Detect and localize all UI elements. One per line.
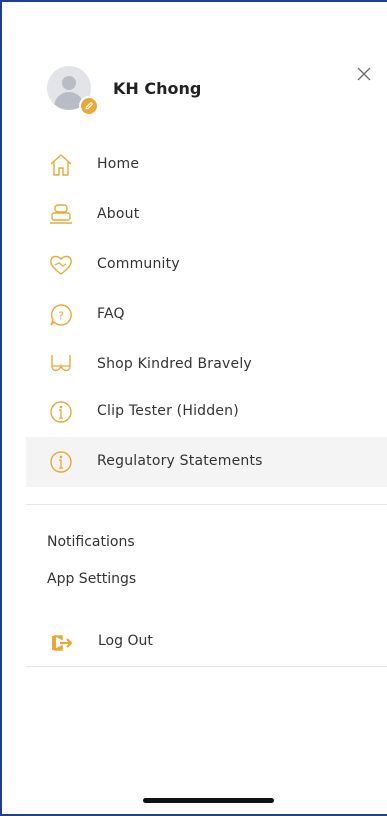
menu-item-regulatory[interactable]: Regulatory Statements bbox=[26, 437, 387, 487]
logout-label[interactable]: Log Out bbox=[98, 633, 153, 649]
profile-header[interactable]: KH Chong bbox=[47, 66, 347, 116]
menu-item-about[interactable]: About bbox=[26, 190, 387, 240]
svg-text:?: ? bbox=[58, 310, 64, 323]
close-icon[interactable] bbox=[354, 64, 374, 84]
menu-item-label: Home bbox=[97, 156, 140, 172]
menu-item-label: Community bbox=[97, 256, 180, 272]
menu-item-home[interactable]: Home bbox=[26, 140, 387, 190]
menu-item-shop[interactable]: Shop Kindred Bravely bbox=[26, 340, 387, 390]
home-icon bbox=[48, 152, 74, 178]
menu-item-community[interactable]: Community bbox=[26, 240, 387, 290]
info-icon bbox=[48, 449, 74, 475]
divider bbox=[26, 666, 387, 667]
edit-icon[interactable] bbox=[79, 96, 99, 116]
info-icon bbox=[48, 399, 74, 425]
notifications-link[interactable]: Notifications bbox=[47, 534, 135, 550]
about-icon bbox=[48, 202, 74, 228]
bra-icon bbox=[48, 352, 74, 378]
faq-icon: ? bbox=[48, 302, 74, 328]
divider bbox=[26, 504, 387, 505]
menu-item-label: About bbox=[97, 206, 140, 222]
user-name: KH Chong bbox=[113, 79, 202, 98]
app-settings-link[interactable]: App Settings bbox=[47, 571, 136, 587]
menu-item-label: Regulatory Statements bbox=[97, 453, 263, 469]
menu-item-label: Clip Tester (Hidden) bbox=[97, 403, 239, 419]
logout-icon[interactable] bbox=[52, 633, 74, 653]
menu-item-label: Shop Kindred Bravely bbox=[97, 356, 252, 372]
menu-item-label: FAQ bbox=[97, 306, 125, 322]
menu-item-clip-tester[interactable]: Clip Tester (Hidden) bbox=[26, 387, 387, 437]
home-indicator[interactable] bbox=[143, 798, 274, 803]
menu-item-faq[interactable]: ? FAQ bbox=[26, 290, 387, 340]
community-icon bbox=[48, 252, 74, 278]
